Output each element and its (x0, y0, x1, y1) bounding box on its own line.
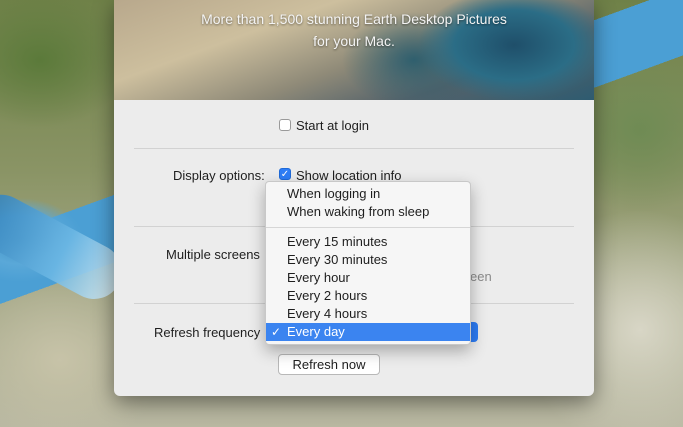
menu-item-when-waking-from-sleep[interactable]: When waking from sleep (266, 203, 470, 221)
banner-line-1: More than 1,500 stunning Earth Desktop P… (201, 11, 507, 27)
banner-line-2: for your Mac. (313, 33, 395, 49)
display-options-label: Display options: (173, 168, 265, 183)
refresh-frequency-label: Refresh frequency (154, 325, 261, 340)
banner-image: More than 1,500 stunning Earth Desktop P… (114, 0, 594, 100)
refresh-frequency-menu: When logging in When waking from sleep E… (265, 181, 471, 345)
start-at-login-checkbox[interactable] (279, 119, 291, 131)
menu-item-every-day[interactable]: ✓ Every day (266, 323, 470, 341)
menu-separator (266, 227, 470, 228)
checkmark-icon: ✓ (280, 169, 290, 180)
multiple-screens-option-text[interactable]: een (470, 269, 492, 284)
menu-item-every-4-hours[interactable]: Every 4 hours (266, 305, 470, 323)
checkmark-icon: ✓ (271, 325, 282, 339)
divider (134, 148, 574, 149)
multiple-screens-label: Multiple screens (166, 247, 260, 262)
menu-item-when-logging-in[interactable]: When logging in (266, 185, 470, 203)
menu-item-label: Every day (287, 324, 345, 339)
menu-item-every-hour[interactable]: Every hour (266, 269, 470, 287)
show-location-checkbox[interactable]: ✓ (279, 168, 291, 180)
start-at-login-label[interactable]: Start at login (296, 118, 369, 133)
refresh-now-button[interactable]: Refresh now (278, 354, 380, 375)
menu-item-every-30-minutes[interactable]: Every 30 minutes (266, 251, 470, 269)
menu-item-every-2-hours[interactable]: Every 2 hours (266, 287, 470, 305)
menu-item-every-15-minutes[interactable]: Every 15 minutes (266, 233, 470, 251)
